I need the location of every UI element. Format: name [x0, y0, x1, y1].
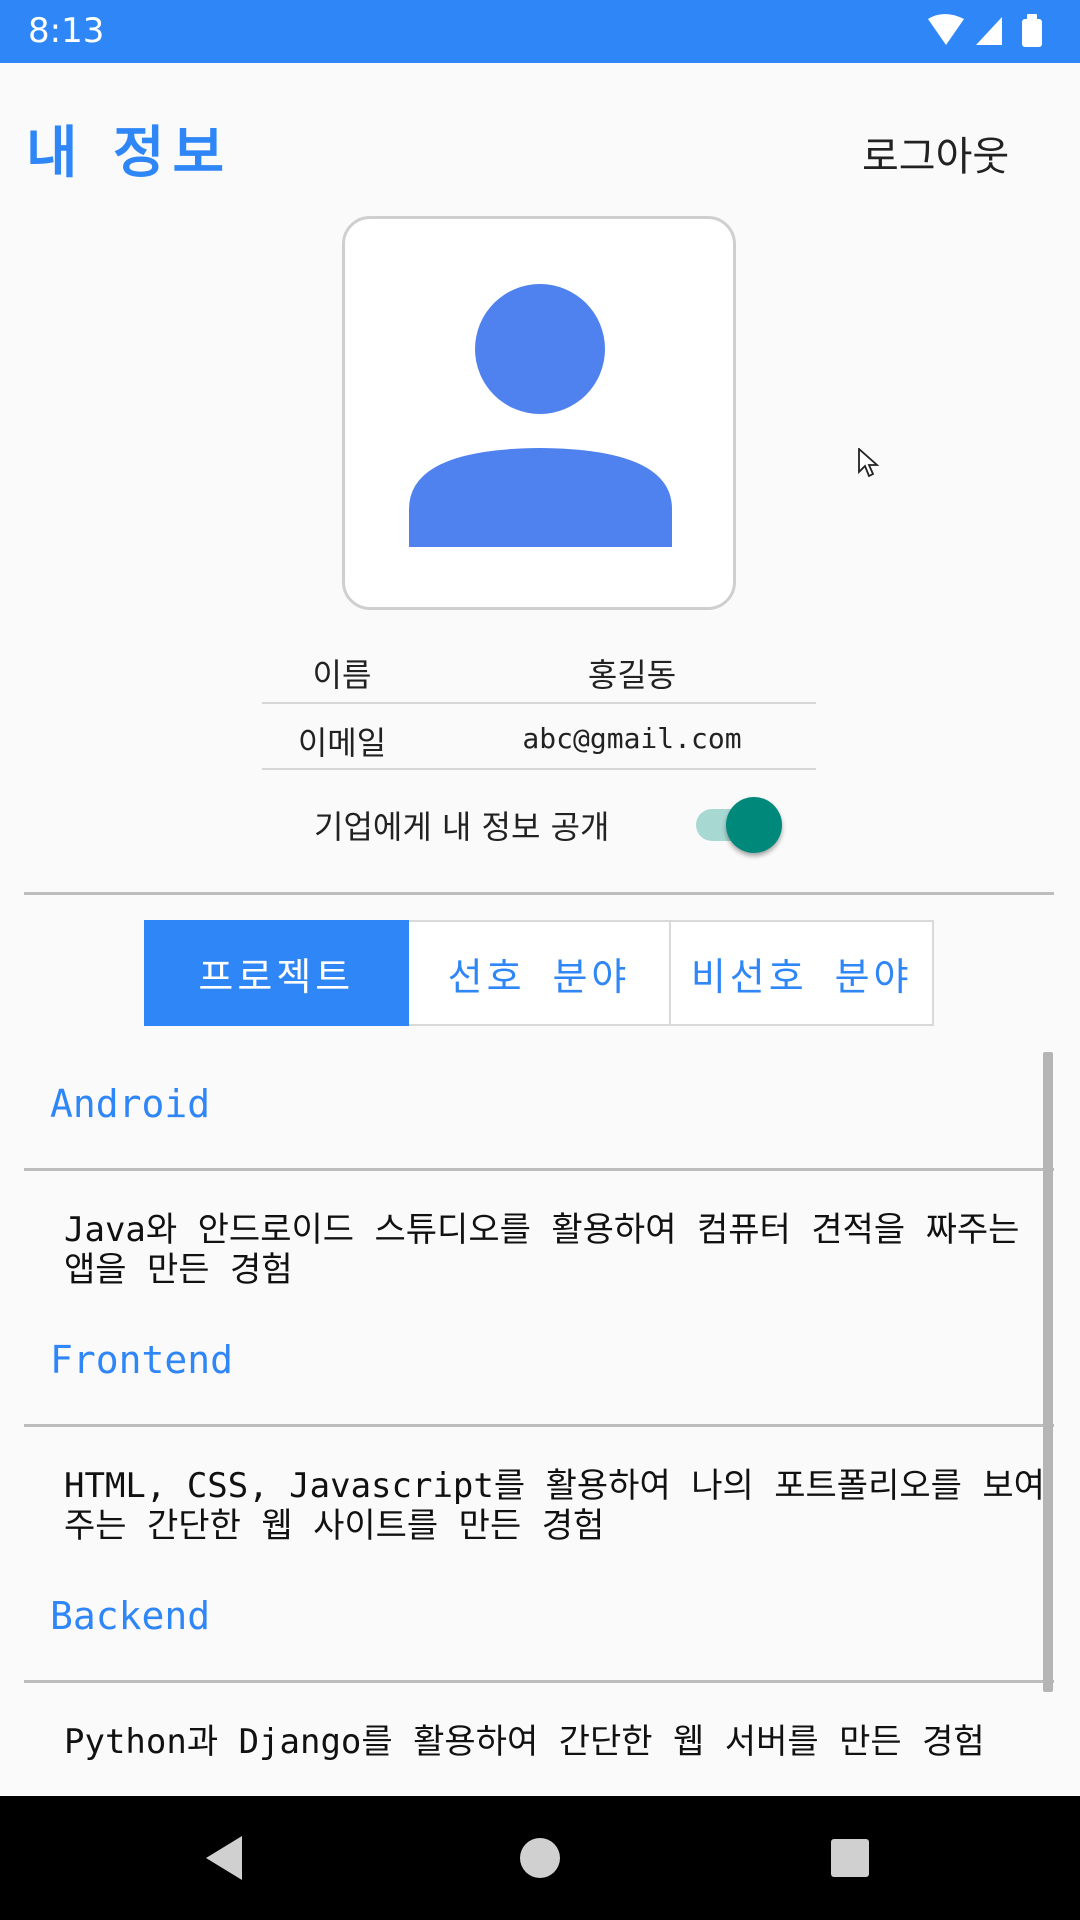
- email-row: 이메일 abc@gmail.com: [262, 704, 816, 770]
- project-title: Frontend: [50, 1338, 234, 1382]
- list-item: Frontend HTML, CSS, Javascript를 활용하여 나의 …: [24, 1306, 1054, 1562]
- project-divider: [24, 1168, 1054, 1171]
- project-divider: [24, 1680, 1054, 1683]
- wifi-icon: [928, 14, 964, 45]
- tab-projects[interactable]: 프로젝트: [144, 920, 409, 1026]
- battery-icon: [1022, 14, 1042, 47]
- project-list[interactable]: Android Java와 안드로이드 스튜디오를 활용하여 컴퓨터 견적을 짜…: [24, 1050, 1054, 1796]
- tab-non-preferred-fields[interactable]: 비선호 분야: [671, 920, 935, 1026]
- back-button[interactable]: [158, 1796, 298, 1920]
- status-icons: [928, 14, 1042, 47]
- logout-button[interactable]: 로그아웃: [862, 124, 1009, 182]
- project-divider: [24, 1424, 1054, 1427]
- recents-button[interactable]: [780, 1796, 920, 1920]
- cursor-icon: [858, 448, 880, 478]
- name-value: 홍길동: [587, 656, 677, 694]
- tab-bar: 프로젝트 선호 분야 비선호 분야: [144, 920, 935, 1026]
- tab-preferred-fields[interactable]: 선호 분야: [408, 920, 672, 1026]
- status-time: 8:13: [28, 11, 105, 51]
- email-value: abc@gmail.com: [522, 722, 742, 755]
- screen: 8:13 내 정보 로그아웃 이름 홍길동 이메일 abc@gmail.com …: [0, 0, 1080, 1920]
- signal-icon: [976, 17, 1002, 45]
- toggle-thumb: [726, 797, 782, 853]
- project-description: Java와 안드로이드 스튜디오를 활용하여 컴퓨터 견적을 짜주는 앱을 만든…: [64, 1210, 1020, 1290]
- home-button[interactable]: [470, 1796, 610, 1920]
- project-description: HTML, CSS, Javascript를 활용하여 나의 포트폴리오를 보여…: [64, 1466, 1045, 1546]
- status-bar: 8:13: [0, 0, 1080, 63]
- avatar[interactable]: [342, 216, 736, 610]
- back-icon: [206, 1836, 242, 1880]
- project-title: Backend: [50, 1594, 211, 1638]
- project-title: Android: [50, 1082, 211, 1126]
- share-info-toggle[interactable]: [696, 796, 782, 854]
- page-title: 내 정보: [26, 121, 233, 186]
- project-description: Python과 Django를 활용하여 간단한 웹 서버를 만든 경험: [64, 1722, 985, 1762]
- name-label: 이름: [312, 656, 372, 694]
- nav-bar: [0, 1796, 1080, 1920]
- share-info-label: 기업에게 내 정보 공개: [314, 808, 610, 846]
- share-info-row: 기업에게 내 정보 공개: [300, 796, 800, 862]
- person-icon: [409, 284, 672, 547]
- scrollbar[interactable]: [1043, 1052, 1053, 1692]
- section-divider: [24, 892, 1054, 895]
- name-row: 이름 홍길동: [262, 636, 816, 704]
- list-item: Backend Python과 Django를 활용하여 간단한 웹 서버를 만…: [24, 1562, 1054, 1796]
- recents-icon: [831, 1839, 869, 1877]
- email-label: 이메일: [297, 724, 387, 762]
- home-icon: [520, 1838, 560, 1878]
- list-item: Android Java와 안드로이드 스튜디오를 활용하여 컴퓨터 견적을 짜…: [24, 1050, 1054, 1306]
